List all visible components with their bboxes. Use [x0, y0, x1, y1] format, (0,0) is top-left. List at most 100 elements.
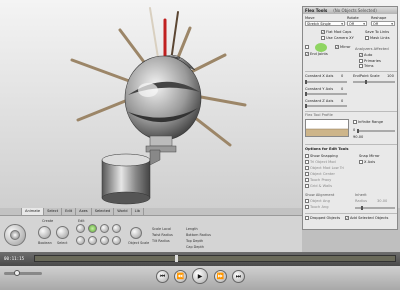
show-snapping-checkbox[interactable]: [305, 154, 309, 158]
chevron-down-icon: ▾: [391, 21, 393, 26]
slider-handle[interactable]: [305, 92, 307, 96]
slider-handle[interactable]: [357, 129, 359, 133]
slider-handle[interactable]: [305, 80, 307, 84]
dropped-objects-label: Dropped Objects: [310, 216, 341, 220]
snap-option-5[interactable]: Grid & Walls: [305, 184, 332, 188]
skip-back-button[interactable]: ⏮: [156, 270, 169, 283]
snap-option-4-checkbox[interactable]: [305, 178, 309, 182]
tab-axes[interactable]: Axes: [76, 208, 92, 215]
playhead[interactable]: [175, 255, 178, 262]
infinite-range-checkbox[interactable]: [353, 120, 357, 124]
tab-0[interactable]: [0, 208, 22, 215]
endpoint-scale-slider[interactable]: [353, 80, 395, 84]
reshape-label: Reshape: [371, 16, 387, 20]
infinite-range-label: Infinite Range: [358, 120, 384, 124]
add-selected-checkbox[interactable]: [345, 216, 349, 220]
touch-ang-checkbox[interactable]: [305, 205, 309, 209]
constant-z-slider[interactable]: [305, 104, 347, 108]
object-ang-option[interactable]: Object Ang: [305, 199, 330, 203]
flex-tool-button[interactable]: [112, 236, 121, 245]
mask-links-option[interactable]: Mask Links: [365, 36, 390, 40]
tab-edit[interactable]: Edit: [62, 208, 77, 215]
use-camera-checkbox[interactable]: [321, 36, 325, 40]
trims-checkbox[interactable]: [359, 64, 363, 68]
infinite-range-option[interactable]: Infinite Range: [353, 120, 383, 124]
bend-tool-button[interactable]: [88, 236, 97, 245]
move-dropdown[interactable]: Stretch Single ▾: [305, 21, 345, 26]
twist-tool-button[interactable]: [76, 236, 85, 245]
slider-handle[interactable]: [365, 80, 367, 84]
x-axis-checkbox[interactable]: [359, 160, 363, 164]
primaries-checkbox[interactable]: [359, 59, 363, 63]
x-axis-option[interactable]: X Axis: [359, 160, 375, 164]
dropped-objects-option[interactable]: Dropped Objects: [305, 216, 340, 220]
boolean-button[interactable]: [38, 226, 51, 239]
snap-option-2[interactable]: Object Mod Low Tri: [305, 166, 344, 170]
tab-world[interactable]: World: [114, 208, 132, 215]
snap-option-5-checkbox[interactable]: [305, 184, 309, 188]
move-value: Stretch Single: [307, 21, 331, 26]
flat-mod-caps-checkbox[interactable]: [321, 30, 325, 34]
tab-select[interactable]: Select: [44, 208, 63, 215]
object-scale-button[interactable]: [130, 227, 142, 239]
pick-option[interactable]: [305, 45, 310, 49]
mirror-option[interactable]: Mirror: [335, 45, 351, 49]
snap-option-2-checkbox[interactable]: [305, 166, 309, 170]
tab-selected[interactable]: Selected: [92, 208, 115, 215]
radius-slider[interactable]: [355, 206, 395, 210]
create-group-label: Create: [42, 219, 54, 223]
panel-titlebar[interactable]: Flex Tools (No Objects Selected): [303, 7, 397, 14]
touch-ang-label: Touch Ang: [310, 205, 329, 209]
play-button[interactable]: ▶: [192, 268, 208, 284]
volume-slider[interactable]: [4, 270, 42, 276]
auto-checkbox[interactable]: [359, 53, 363, 57]
snap-option-4[interactable]: Touch Proxy: [305, 178, 331, 182]
snap-option-3-checkbox[interactable]: [305, 172, 309, 176]
auto-option[interactable]: Auto: [359, 53, 372, 57]
trims-option[interactable]: Trims: [359, 64, 374, 68]
reshape-dropdown[interactable]: Off ▾: [371, 21, 395, 26]
mask-links-checkbox[interactable]: [365, 36, 369, 40]
flat-mod-caps-option[interactable]: Flat Mod Caps: [321, 30, 351, 34]
pick-checkbox[interactable]: [305, 45, 309, 49]
touch-ang-option[interactable]: Touch Ang: [305, 205, 328, 209]
skip-forward-button[interactable]: ⏭: [232, 270, 245, 283]
end-joints-checkbox[interactable]: [305, 52, 309, 56]
profile-label: Flex Tool Profile: [305, 113, 333, 117]
timeline-scrubber[interactable]: [34, 255, 396, 262]
navigate-wheel-center[interactable]: [10, 230, 20, 240]
range-slider[interactable]: [357, 129, 395, 133]
snap-option-3[interactable]: Object Center: [305, 172, 335, 176]
snap-option-1-checkbox[interactable]: [305, 160, 309, 164]
snap-option-1[interactable]: Tri Object Mod: [305, 160, 336, 164]
slider-handle[interactable]: [305, 104, 307, 108]
dropped-objects-checkbox[interactable]: [305, 216, 309, 220]
mirror-checkbox[interactable]: [335, 45, 339, 49]
object-ang-checkbox[interactable]: [305, 199, 309, 203]
volume-handle[interactable]: [14, 270, 20, 276]
fast-forward-button[interactable]: ⏩: [214, 270, 227, 283]
snap-option-4-label: Touch Proxy: [310, 178, 332, 182]
scale-tool-button[interactable]: [100, 224, 109, 233]
tab-lib[interactable]: Lib: [132, 208, 144, 215]
end-joints-option[interactable]: End Joints: [305, 52, 328, 56]
show-snapping-option[interactable]: Show Snapping: [305, 154, 338, 158]
constant-y-slider[interactable]: [305, 92, 347, 96]
tab-animate[interactable]: Animate: [22, 208, 45, 215]
select-button[interactable]: [56, 226, 69, 239]
scale-local-label: Scale Local: [152, 227, 171, 231]
taper-tool-button[interactable]: [100, 236, 109, 245]
profile-curve-editor[interactable]: [305, 119, 349, 137]
constant-x-slider[interactable]: [305, 80, 347, 84]
options-title: Options for Edit Tools: [305, 147, 349, 151]
use-camera-option[interactable]: Use Camera XY: [321, 36, 354, 40]
rotate-tool-button[interactable]: [88, 224, 97, 233]
rewind-button[interactable]: ⏪: [174, 270, 187, 283]
move-tool-button[interactable]: [76, 224, 85, 233]
stretch-tool-button[interactable]: [112, 224, 121, 233]
slider-handle[interactable]: [361, 206, 363, 210]
rotate-dropdown[interactable]: Off ▾: [347, 21, 367, 26]
add-selected-option[interactable]: Add Selected Objects: [345, 216, 388, 220]
primaries-option[interactable]: Primaries: [359, 59, 381, 63]
select-label: Select: [57, 241, 68, 245]
